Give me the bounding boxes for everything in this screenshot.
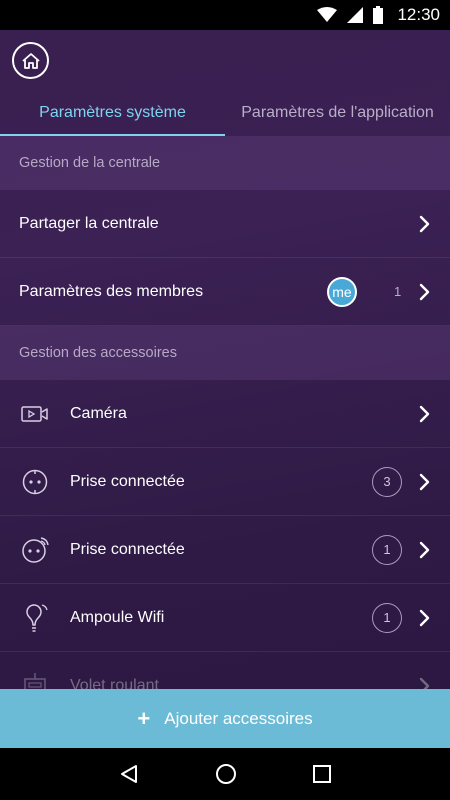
share-central-row[interactable]: Partager la centrale: [0, 190, 450, 258]
status-time: 12:30: [397, 5, 440, 24]
tab-app-settings[interactable]: Paramètres de l'application: [225, 92, 450, 136]
add-accessories-label: Ajouter accessoires: [164, 708, 313, 728]
tab-system-settings[interactable]: Paramètres système: [0, 92, 225, 136]
count-badge: 3: [372, 466, 402, 497]
accessory-label: Ampoule Wifi: [70, 608, 165, 626]
section-header-central: Gestion de la centrale: [0, 136, 450, 190]
chevron-right-icon: [419, 473, 430, 491]
chevron-right-icon: [419, 283, 430, 301]
members-settings-row[interactable]: Paramètres des membres me 1: [0, 258, 450, 326]
system-navigation-bar: [0, 748, 450, 800]
chevron-right-icon: [419, 405, 430, 423]
plug-wifi-icon: [20, 535, 50, 565]
accessory-row-camera[interactable]: Caméra: [0, 380, 450, 448]
accessory-label: Prise connectée: [70, 540, 185, 558]
bulb-icon: [20, 603, 50, 633]
camera-icon: [20, 399, 50, 429]
plug-icon: [20, 467, 50, 497]
chevron-right-icon: [419, 215, 430, 233]
avatar: me: [327, 277, 357, 307]
home-button[interactable]: [12, 42, 49, 79]
home-nav-icon[interactable]: [215, 763, 237, 785]
status-bar: 12:30: [0, 0, 450, 30]
chevron-right-icon: [419, 609, 430, 627]
section-header-accessories: Gestion des accessoires: [0, 326, 450, 380]
members-count: 1: [394, 284, 402, 299]
wifi-icon: [317, 7, 338, 22]
share-central-label: Partager la centrale: [19, 214, 159, 232]
settings-tabs: Paramètres système Paramètres de l'appli…: [0, 92, 450, 136]
accessory-row-bulb[interactable]: Ampoule Wifi 1: [0, 584, 450, 652]
accessory-label: Prise connectée: [70, 472, 185, 490]
count-badge: 1: [372, 534, 402, 565]
accessory-label: Caméra: [70, 404, 127, 422]
home-icon: [21, 52, 40, 69]
accessory-row-plug-wifi[interactable]: Prise connectée 1: [0, 516, 450, 584]
members-settings-label: Paramètres des membres: [19, 282, 204, 300]
chevron-right-icon: [419, 541, 430, 559]
plus-icon: +: [137, 705, 151, 731]
add-accessories-button[interactable]: + Ajouter accessoires: [0, 689, 450, 748]
back-icon[interactable]: [118, 763, 140, 785]
recents-icon[interactable]: [312, 764, 332, 784]
count-badge: 1: [372, 602, 402, 633]
app-screen: Paramètres système Paramètres de l'appli…: [0, 30, 450, 748]
cellular-signal-icon: [347, 7, 364, 23]
battery-icon: [373, 6, 384, 24]
top-bar: [0, 30, 450, 92]
accessory-row-plug[interactable]: Prise connectée 3: [0, 448, 450, 516]
